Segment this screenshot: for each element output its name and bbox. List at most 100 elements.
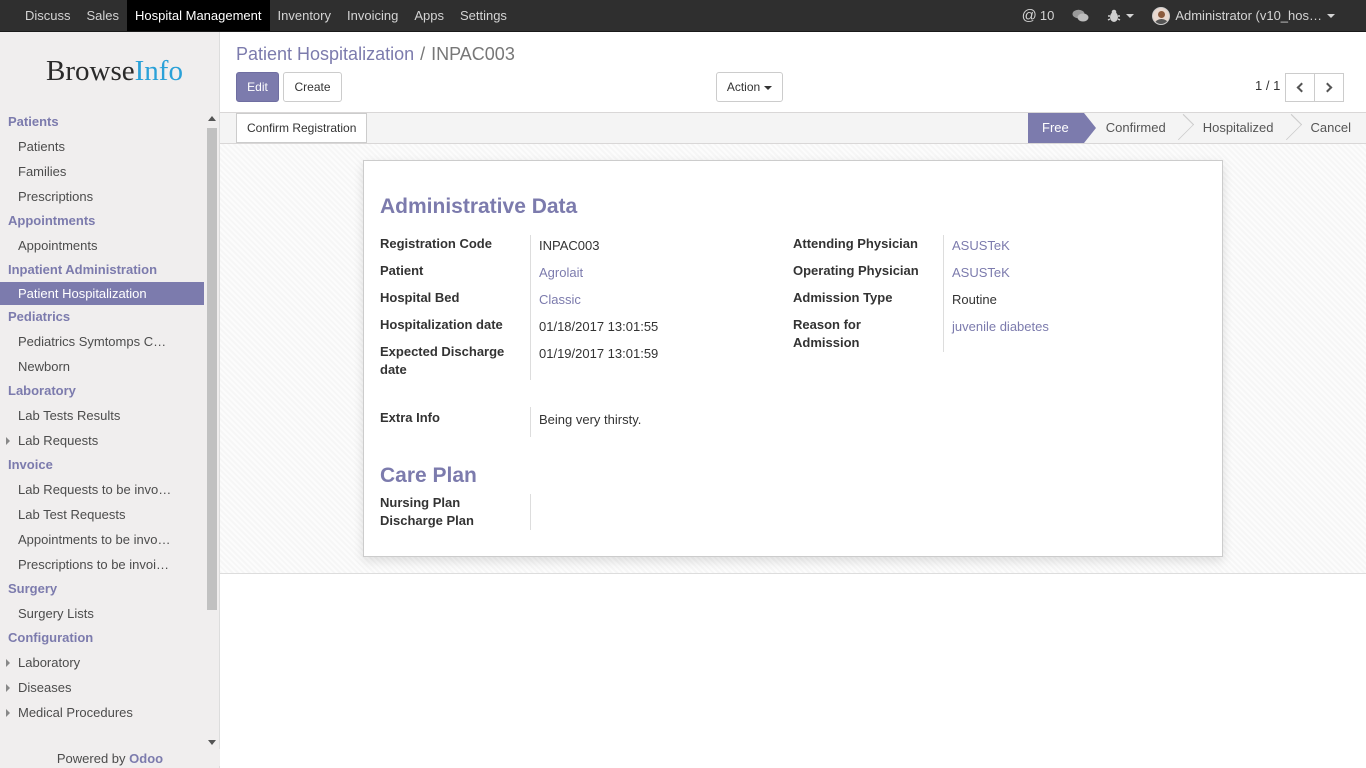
chat-button[interactable]	[1063, 0, 1098, 31]
sidebar-item-appointments[interactable]: Appointments	[0, 233, 204, 258]
sidebar-item-surgery-lists[interactable]: Surgery Lists	[0, 601, 204, 626]
sidebar-item-label: Lab Tests Results	[18, 408, 121, 423]
pager-value[interactable]: 1 / 1	[1255, 78, 1280, 93]
bug-icon	[1107, 9, 1121, 22]
sidebar-section-configuration: Configuration	[8, 630, 94, 645]
top-menu-sales[interactable]: Sales	[79, 0, 128, 31]
sidebar-item-label: Medical Procedures	[18, 705, 133, 720]
breadcrumb-separator: /	[420, 44, 426, 64]
sidebar-item-label: Prescriptions to be invoi…	[18, 557, 170, 572]
sidebar-item-label: Appointments	[18, 238, 98, 253]
sidebar-section-laboratory: Laboratory	[8, 383, 76, 398]
pager-previous-button[interactable]	[1285, 73, 1315, 102]
sidebar-item-label: Patients	[18, 139, 65, 154]
app-sidebar: Browse Info Patients Patients Families Presc…	[0, 32, 220, 768]
breadcrumb-current: INPAC003	[431, 44, 515, 64]
sidebar-item-patients[interactable]: Patients	[0, 134, 204, 159]
user-name: Administrator (v10_hos…	[1175, 8, 1322, 23]
top-menu-hospital-management[interactable]: Hospital Management	[127, 0, 270, 31]
expand-arrow-icon[interactable]	[6, 659, 10, 667]
mentions-button[interactable]: @ 10	[1013, 0, 1064, 31]
sidebar-item-laboratory[interactable]: Laboratory	[0, 650, 204, 675]
sidebar-item-lab-test-requests[interactable]: Lab Test Requests	[0, 502, 204, 527]
top-menu-invoicing[interactable]: Invoicing	[339, 0, 406, 31]
sidebar-section-surgery: Surgery	[8, 581, 58, 596]
chevron-down-icon	[1327, 13, 1335, 18]
mentions-count: 10	[1039, 8, 1055, 23]
top-navbar: Discuss Sales Hospital Management Inventory…	[0, 0, 1366, 32]
admission-type-label: Admission Type	[793, 290, 893, 305]
sidebar-item-pediatrics-symtomps-c[interactable]: Pediatrics Symtomps C…	[0, 329, 204, 354]
scroll-down-icon[interactable]	[208, 740, 216, 745]
form-sheet: Administrative Data Registration Code Pa…	[363, 160, 1223, 557]
patient-label: Patient	[380, 263, 424, 278]
user-menu-button[interactable]: Administrator (v10_hos…	[1143, 0, 1344, 31]
stage-label: Confirmed	[1105, 120, 1166, 135]
odoo-link[interactable]: Odoo	[129, 751, 163, 766]
sidebar-item-appointments-to-be-invo[interactable]: Appointments to be invo…	[0, 527, 204, 552]
debug-menu-button[interactable]	[1098, 0, 1143, 31]
registration-code-value: INPAC003	[539, 238, 600, 253]
expand-arrow-icon[interactable]	[6, 437, 10, 445]
sidebar-item-label: Newborn	[18, 359, 71, 374]
sidebar-item-medical-procedures[interactable]: Medical Procedures	[0, 700, 204, 725]
stage-hospitalized[interactable]: Hospitalized	[1181, 113, 1302, 143]
hospital-bed-link[interactable]: Classic	[539, 291, 581, 309]
patient-link[interactable]: Agrolait	[539, 264, 583, 282]
powered-by: Powered by Odoo	[0, 749, 220, 766]
pager-next-button[interactable]	[1314, 73, 1344, 102]
operating-physician-link[interactable]: ASUSTeK	[952, 264, 1010, 282]
expand-arrow-icon[interactable]	[6, 709, 10, 717]
field-divider	[530, 407, 531, 437]
sidebar-item-label: Lab Requests	[18, 433, 99, 448]
sidebar-item-lab-requests-to-be-invo[interactable]: Lab Requests to be invo…	[0, 477, 204, 502]
expand-arrow-icon[interactable]	[6, 684, 10, 692]
reason-for-admission-link[interactable]: juvenile diabetes	[952, 318, 1049, 336]
scroll-thumb[interactable]	[207, 128, 217, 610]
stage-free[interactable]: Free	[1028, 113, 1096, 143]
sidebar-item-lab-requests[interactable]: Lab Requests	[0, 428, 204, 453]
sidebar-item-diseases[interactable]: Diseases	[0, 675, 204, 700]
sidebar-item-newborn[interactable]: Newborn	[0, 354, 204, 379]
status-stages: Free Confirmed Hospitalized Cancel	[1028, 113, 1366, 143]
sidebar-item-label: Patient Hospitalization	[18, 286, 147, 301]
edit-button[interactable]: Edit	[236, 72, 279, 102]
sidebar-item-families[interactable]: Families	[0, 159, 204, 184]
sidebar-item-label: Surgery Lists	[18, 606, 94, 621]
sidebar-item-lab-tests-results[interactable]: Lab Tests Results	[0, 403, 204, 428]
scroll-up-icon[interactable]	[208, 116, 216, 121]
avatar	[1152, 6, 1171, 25]
sidebar-item-label: Families	[18, 164, 67, 179]
logo-accent-text: Info	[134, 54, 183, 87]
powered-by-text: Powered by	[56, 751, 126, 766]
discharge-plan-label: Discharge Plan	[380, 513, 474, 528]
attending-physician-label: Attending Physician	[793, 236, 918, 251]
stage-cancel[interactable]: Cancel	[1289, 113, 1366, 143]
expected-discharge-label-line1: Expected Discharge	[380, 344, 505, 359]
create-button[interactable]: Create	[283, 72, 342, 102]
reason-label-line1: Reason for	[793, 317, 861, 332]
top-menu-settings[interactable]: Settings	[452, 0, 515, 31]
extra-info-value: Being very thirsty.	[539, 412, 642, 427]
sidebar-item-label: Laboratory	[18, 655, 81, 670]
expected-discharge-value: 01/19/2017 13:01:59	[539, 346, 659, 361]
action-dropdown[interactable]: Action	[716, 72, 783, 102]
operating-physician-label: Operating Physician	[793, 263, 919, 278]
top-menu-discuss[interactable]: Discuss	[17, 0, 79, 31]
sidebar-scrollbar[interactable]	[206, 114, 217, 746]
sidebar-section-inpatient-administration: Inpatient Administration	[8, 262, 158, 277]
sidebar-item-label: Lab Test Requests	[18, 507, 126, 522]
stage-confirmed[interactable]: Confirmed	[1084, 113, 1194, 143]
chevron-down-icon	[764, 86, 773, 90]
sidebar-section-appointments: Appointments	[8, 213, 96, 228]
top-menu-apps[interactable]: Apps	[406, 0, 452, 31]
attending-physician-link[interactable]: ASUSTeK	[952, 237, 1010, 255]
sidebar-item-prescriptions[interactable]: Prescriptions	[0, 184, 204, 209]
breadcrumb-parent-link[interactable]: Patient Hospitalization	[236, 44, 414, 65]
top-menu-inventory[interactable]: Inventory	[270, 0, 339, 31]
confirm-registration-button[interactable]: Confirm Registration	[236, 113, 368, 143]
sidebar-section-patients: Patients	[8, 114, 59, 129]
main-menu: Discuss Sales Hospital Management Inventory…	[0, 0, 515, 31]
sidebar-item-prescriptions-to-be-invoi[interactable]: Prescriptions to be invoi…	[0, 552, 204, 577]
sidebar-item-patient-hospitalization[interactable]: Patient Hospitalization	[0, 282, 204, 305]
